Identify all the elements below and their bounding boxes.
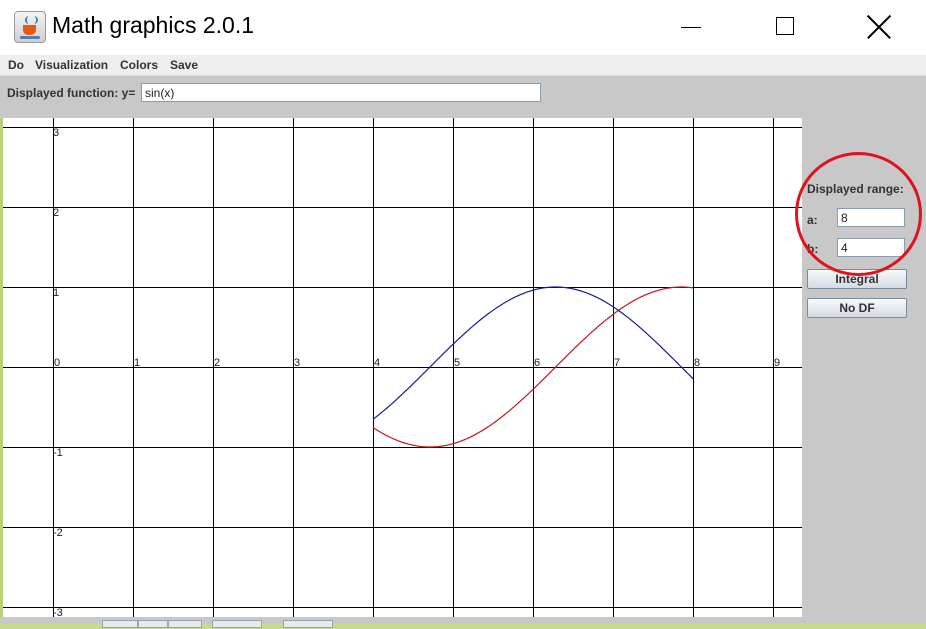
close-icon <box>867 15 891 39</box>
x-tick-label: 7 <box>614 357 620 369</box>
x-tick-label: 5 <box>454 357 460 369</box>
no-df-button[interactable]: No DF <box>807 298 907 318</box>
y-tick-label: 2 <box>53 207 59 219</box>
main-content: Displayed function: y= 0 1 2 3 4 5 6 7 8 9 3 2 1 -1 -2… <box>0 76 926 629</box>
graph-area[interactable]: 0 1 2 3 4 5 6 7 8 9 3 2 1 -1 -2 -3 <box>3 118 802 619</box>
minimize-icon <box>681 27 701 28</box>
window-title: Math graphics 2.0.1 <box>52 12 255 38</box>
y-tick-label: -1 <box>53 447 63 459</box>
y-tick-label: 1 <box>53 287 59 299</box>
java-cup-icon <box>14 11 46 43</box>
close-button[interactable] <box>856 0 902 55</box>
menu-do[interactable]: Do <box>8 58 24 72</box>
menu-save[interactable]: Save <box>170 58 198 72</box>
x-tick-label: 6 <box>534 357 540 369</box>
x-tick-label: 1 <box>134 357 140 369</box>
x-tick-label: 8 <box>694 357 700 369</box>
graph-canvas: 0 1 2 3 4 5 6 7 8 9 3 2 1 -1 -2 -3 <box>3 118 802 619</box>
minimize-button[interactable] <box>667 0 713 55</box>
maximize-button[interactable] <box>762 0 808 55</box>
bottom-control[interactable] <box>102 620 138 628</box>
x-tick-label: 0 <box>54 357 60 369</box>
highlight-circle-annotation <box>795 152 922 276</box>
function-label: Displayed function: y= <box>7 86 136 100</box>
x-tick-label: 9 <box>774 357 780 369</box>
bottom-control[interactable] <box>168 620 202 628</box>
bottom-control[interactable] <box>283 620 333 628</box>
menu-bar: Do Visualization Colors Save <box>0 55 926 76</box>
x-tick-label: 3 <box>294 357 300 369</box>
bottom-control[interactable] <box>138 620 168 628</box>
title-bar: Math graphics 2.0.1 <box>0 0 926 55</box>
maximize-icon <box>776 17 794 35</box>
menu-colors[interactable]: Colors <box>120 58 158 72</box>
x-tick-label: 4 <box>374 357 380 369</box>
y-tick-label: -3 <box>53 607 63 617</box>
y-tick-label: -2 <box>53 527 63 539</box>
bottom-control[interactable] <box>212 620 262 628</box>
y-tick-label: 3 <box>53 127 59 139</box>
x-tick-label: 2 <box>214 357 220 369</box>
function-input[interactable] <box>141 83 541 102</box>
menu-visualization[interactable]: Visualization <box>35 58 108 72</box>
